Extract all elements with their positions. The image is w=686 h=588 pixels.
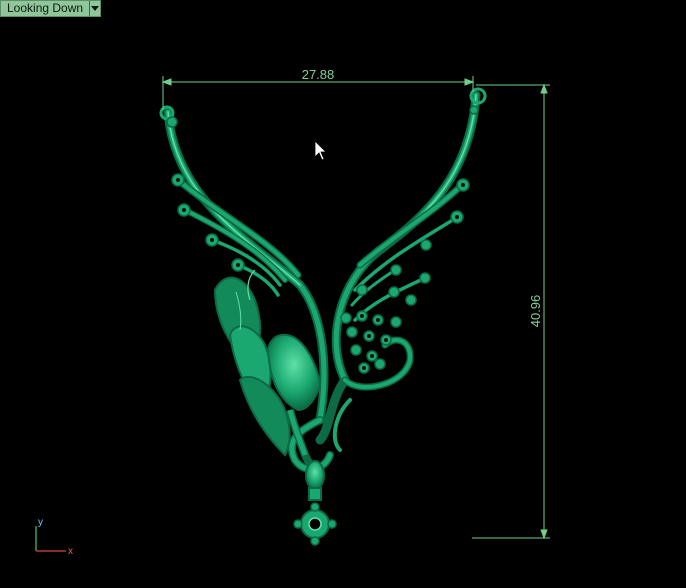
dimension-width-label: 27.88 (302, 67, 335, 82)
chevron-down-icon[interactable] (89, 1, 100, 16)
viewport[interactable]: 27.88 40.96 y x Looking Down (0, 0, 686, 588)
viewport-title-dropdown[interactable]: Looking Down (0, 0, 102, 17)
axis-x-label: x (68, 546, 73, 557)
axis-indicator: y x (35, 517, 73, 557)
dimension-height-label: 40.96 (528, 295, 543, 328)
axis-y-label: y (38, 517, 43, 528)
face-figure (213, 269, 322, 473)
viewport-title-label[interactable]: Looking Down (1, 1, 89, 16)
mouse-cursor (314, 140, 327, 161)
model-canvas[interactable]: 27.88 40.96 y x (0, 0, 686, 588)
drop-bail (293, 460, 337, 546)
